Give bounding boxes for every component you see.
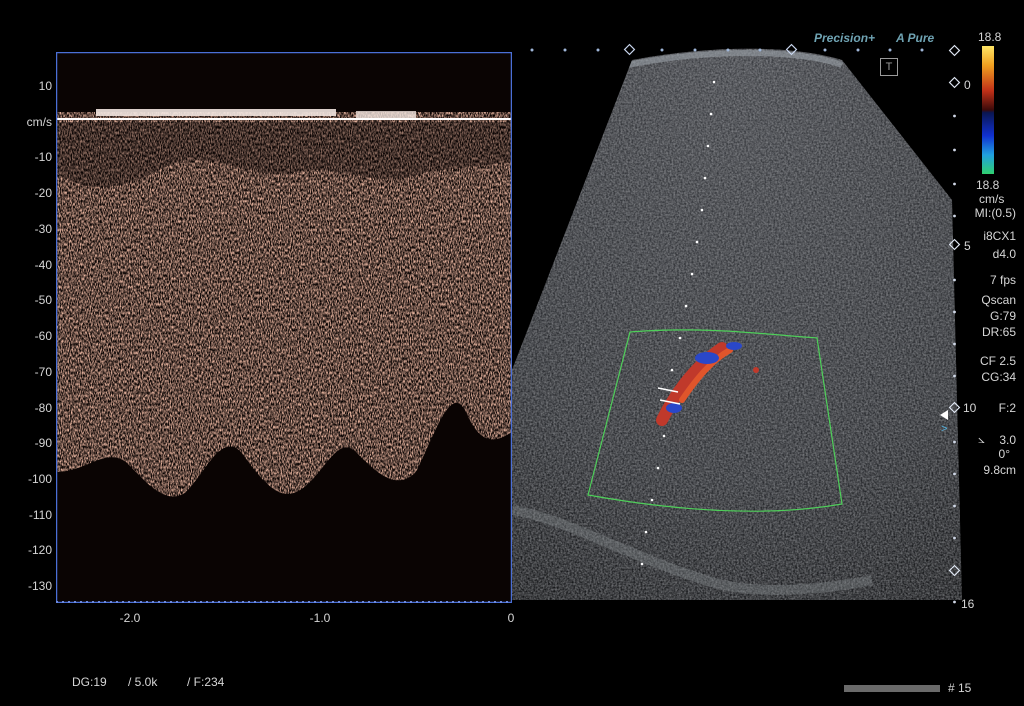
y-tick: -10 bbox=[34, 150, 52, 164]
bmode-image bbox=[512, 40, 962, 610]
colorbar-zero: 0 bbox=[964, 78, 971, 92]
fps-readout: 7 fps bbox=[989, 273, 1016, 287]
bmode-sector-graphic bbox=[512, 48, 962, 600]
depth-mark: 16 bbox=[961, 597, 975, 611]
depth-readout: d4.0 bbox=[992, 247, 1016, 261]
cf-readout: CF 2.5 bbox=[979, 354, 1016, 368]
doppler-y-axis: 10 cm/s -10 -20 -30 -40 -50 -60 -70 -80 … bbox=[0, 0, 52, 706]
color-velocity-bar bbox=[982, 46, 994, 174]
y-tick: -80 bbox=[34, 401, 52, 415]
lateral-scale bbox=[530, 43, 924, 56]
y-tick: -60 bbox=[34, 329, 52, 343]
doppler-angle-marker-icon: > bbox=[941, 423, 948, 435]
cine-progress-bar[interactable] bbox=[844, 685, 940, 692]
y-tick: -90 bbox=[34, 436, 52, 450]
y-tick: -30 bbox=[34, 222, 52, 236]
y-tick: 10 bbox=[38, 79, 52, 93]
angle-correct-icon: ⦣ bbox=[978, 432, 985, 446]
probe-readout: i8CX1 bbox=[983, 229, 1016, 243]
colorbar-unit: cm/s bbox=[979, 192, 1005, 206]
angle-readout: 0° bbox=[998, 447, 1010, 461]
angle-correct-readout: 3.0 bbox=[999, 433, 1016, 447]
y-tick: -110 bbox=[28, 508, 52, 522]
y-tick: -120 bbox=[27, 543, 52, 557]
doppler-spectrum-panel bbox=[55, 51, 513, 604]
y-tick: -40 bbox=[34, 258, 52, 272]
dr-readout: DR:65 bbox=[981, 325, 1016, 339]
distance-readout: 9.8cm bbox=[983, 463, 1016, 477]
colorbar-max: 18.8 bbox=[978, 30, 1002, 44]
frame-counter: # 15 bbox=[948, 681, 972, 695]
y-tick: -20 bbox=[34, 186, 52, 200]
x-tick: 0 bbox=[507, 611, 515, 625]
cg-readout: CG:34 bbox=[981, 370, 1016, 384]
y-tick: -50 bbox=[34, 293, 52, 307]
frame-label: / F:234 bbox=[187, 675, 225, 689]
y-tick: -70 bbox=[34, 365, 52, 379]
depth-scale bbox=[948, 44, 961, 604]
focus-marker-icon bbox=[940, 410, 948, 420]
depth-mark: 5 bbox=[964, 239, 971, 253]
precision-plus-logo: Precision+ bbox=[814, 31, 876, 45]
y-tick: -130 bbox=[27, 579, 52, 593]
x-tick: -2.0 bbox=[119, 611, 141, 625]
gain-readout: G:79 bbox=[989, 309, 1016, 323]
orientation-marker-icon: T bbox=[880, 58, 898, 76]
mi-readout: MI:(0.5) bbox=[974, 206, 1016, 220]
y-tick: -100 bbox=[27, 472, 52, 486]
y-unit-label: cm/s bbox=[26, 115, 52, 129]
doppler-gain-label: DG:19 bbox=[72, 675, 107, 689]
prf-label: / 5.0k bbox=[128, 675, 158, 689]
depth-mark: 10 bbox=[963, 401, 977, 415]
x-tick: -1.0 bbox=[309, 611, 331, 625]
doppler-spectrum-graphic bbox=[55, 51, 513, 604]
focus-readout: F:2 bbox=[998, 401, 1016, 415]
apure-logo: A Pure bbox=[896, 31, 935, 45]
qscan-readout: Qscan bbox=[981, 293, 1016, 307]
colorbar-min: 18.8 bbox=[976, 178, 1000, 192]
